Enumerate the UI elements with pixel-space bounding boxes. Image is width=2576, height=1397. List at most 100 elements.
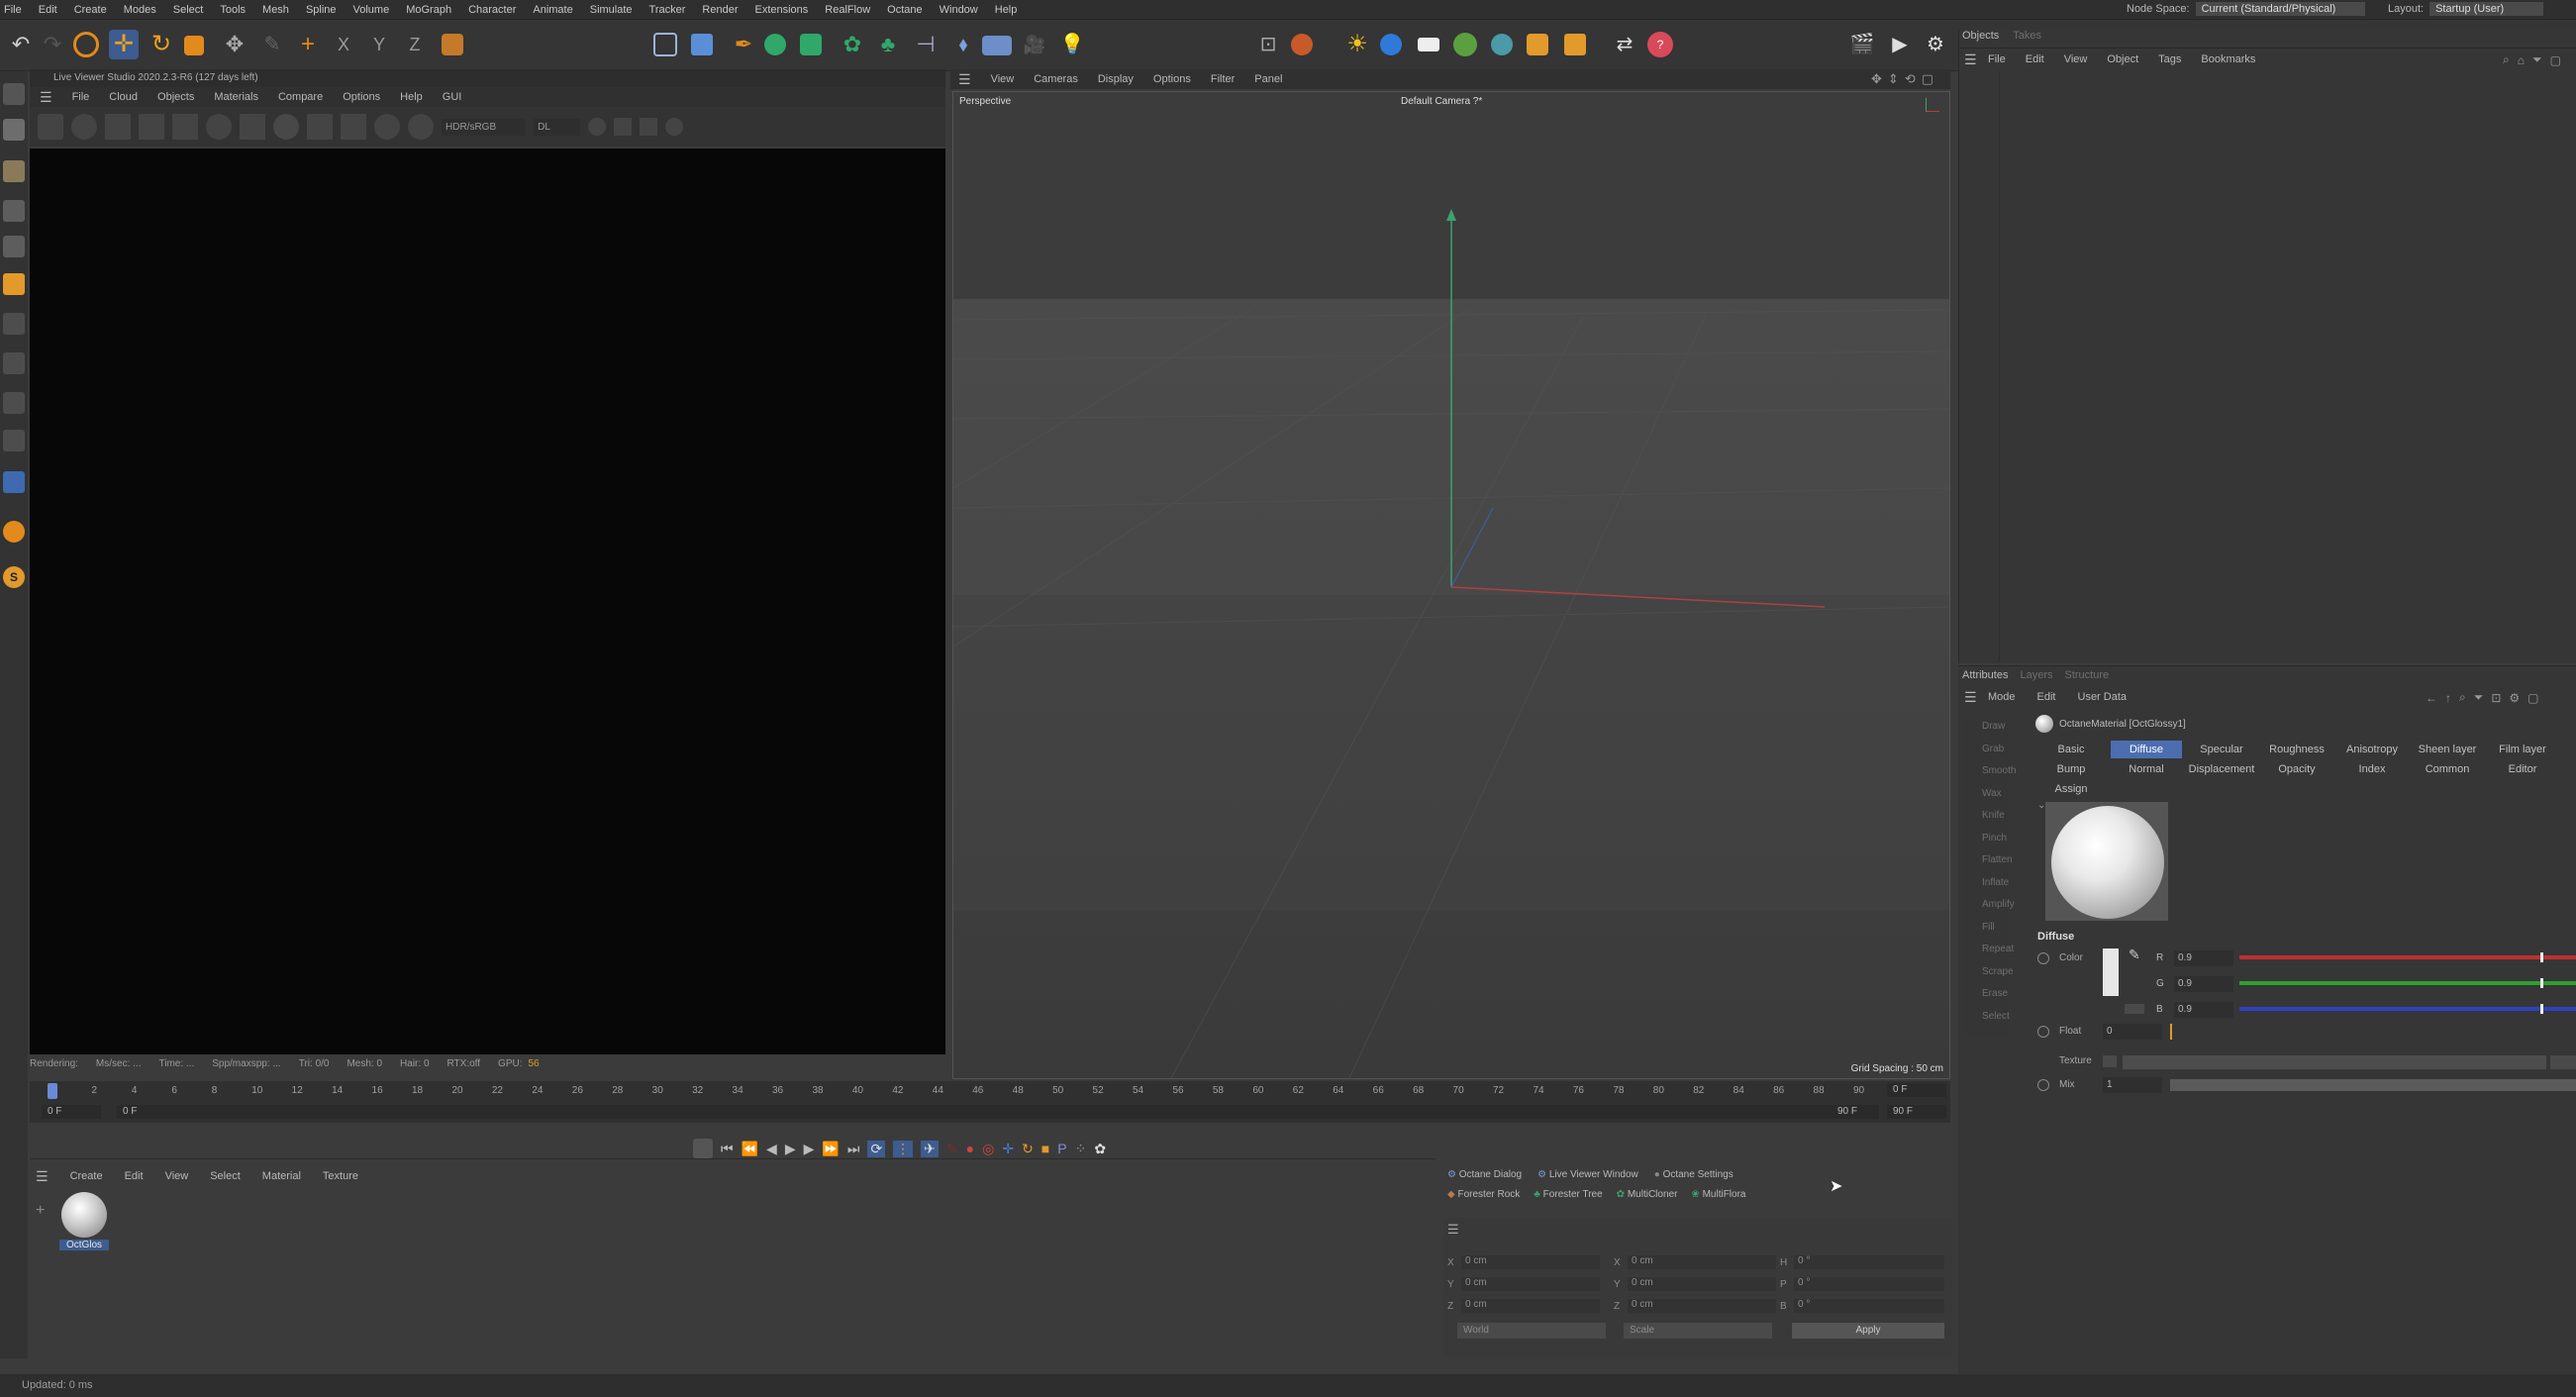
mat-tab-opacity[interactable]: Opacity: [2261, 760, 2332, 778]
color-picker-icon[interactable]: ✎: [2129, 947, 2140, 963]
redo-icon[interactable]: ↷: [38, 30, 67, 59]
edges-mode-icon[interactable]: [3, 236, 25, 257]
attr-up-icon[interactable]: ↑: [2445, 691, 2451, 705]
viewport-zoom-icon[interactable]: ⇕: [1888, 71, 1899, 87]
menu-octane[interactable]: Octane: [887, 4, 922, 16]
light-icon[interactable]: 💡: [1057, 30, 1087, 59]
cube-icon[interactable]: [691, 34, 713, 55]
attr-lock-icon[interactable]: ⊡: [2491, 691, 2501, 705]
tab-objects[interactable]: Objects: [1962, 30, 1999, 42]
mat-menu-create[interactable]: Create: [70, 1170, 103, 1182]
coordinates-hamburger-icon[interactable]: ☰: [1447, 1222, 1459, 1238]
snap-settings-icon[interactable]: S: [3, 566, 25, 588]
octane-vdb-icon[interactable]: [1527, 34, 1548, 55]
make-editable-icon[interactable]: [3, 83, 25, 105]
color-swatch[interactable]: [2103, 948, 2119, 996]
lv-menu-gui[interactable]: GUI: [443, 91, 462, 103]
axis-icon[interactable]: +: [293, 30, 323, 59]
float-field[interactable]: 0: [2103, 1024, 2162, 1040]
locked-workplane-icon[interactable]: [3, 471, 25, 493]
vp-menu-display[interactable]: Display: [1098, 73, 1134, 85]
render-settings-icon[interactable]: ⚙: [1921, 30, 1950, 59]
key-rotation-icon[interactable]: ↻: [1022, 1141, 1034, 1157]
sculpt-flatten[interactable]: Flatten: [1962, 854, 2013, 877]
tab-layers[interactable]: Layers: [2020, 669, 2052, 681]
live-selection-icon[interactable]: [73, 32, 99, 57]
mat-tab-diffuse[interactable]: Diffuse: [2111, 741, 2182, 758]
record-active-icon[interactable]: ●: [966, 1141, 974, 1156]
g-slider-handle[interactable]: [2540, 978, 2543, 988]
floor-icon[interactable]: [982, 36, 1012, 55]
pos-y-field[interactable]: 0 cm: [1461, 1277, 1600, 1291]
lv-menu-objects[interactable]: Objects: [157, 91, 194, 103]
mix-slider[interactable]: [2170, 1079, 2576, 1091]
3d-viewport[interactable]: Perspective Default Camera ?* Grid Spaci…: [952, 91, 1950, 1079]
sculpt-knife[interactable]: Knife: [1962, 810, 2008, 833]
color-enable-icon[interactable]: [2037, 952, 2049, 964]
lv-help-icon[interactable]: [408, 114, 434, 140]
attr-menu-mode[interactable]: Mode: [1988, 691, 2016, 703]
sculpt-pinch[interactable]: Pinch: [1962, 833, 2008, 855]
multiflora-button[interactable]: ❀ MultiFlora: [1691, 1189, 1745, 1200]
go-start-icon[interactable]: ⏮: [721, 1141, 734, 1157]
attributes-hamburger-icon[interactable]: ☰: [1964, 689, 1977, 706]
float-slider[interactable]: [2170, 1024, 2576, 1040]
coordinate-scale-select[interactable]: Scale: [1624, 1323, 1772, 1339]
pos-z-field[interactable]: 0 cm: [1461, 1299, 1600, 1313]
menu-help[interactable]: Help: [995, 4, 1018, 16]
coordinate-space-select[interactable]: World: [1457, 1323, 1606, 1339]
octane-scatter-icon[interactable]: [1453, 33, 1477, 56]
render-view-icon[interactable]: [653, 33, 677, 56]
rot-h-field[interactable]: 0 °: [1794, 1255, 1944, 1269]
vp-menu-filter[interactable]: Filter: [1211, 73, 1235, 85]
mat-tab-bump[interactable]: Bump: [2035, 760, 2107, 778]
menu-render[interactable]: Render: [702, 4, 738, 16]
loop-icon[interactable]: ⟳: [867, 1140, 886, 1157]
lv-lock-icon[interactable]: [240, 114, 265, 140]
mix-field[interactable]: 1: [2103, 1077, 2162, 1093]
workplane-icon[interactable]: [3, 352, 25, 374]
octane-render-icon[interactable]: ⊡: [1253, 30, 1283, 59]
lv-focus-icon[interactable]: [307, 114, 333, 140]
obj-new-window-icon[interactable]: ▢: [2550, 53, 2561, 67]
current-frame-field[interactable]: 0 F: [1887, 1083, 1946, 1097]
node-space-select[interactable]: Current (Standard/Physical): [2195, 2, 2366, 16]
menu-create[interactable]: Create: [74, 4, 107, 16]
model-mode-icon[interactable]: [3, 119, 25, 141]
viewport-camera-label[interactable]: Default Camera ?*: [1401, 96, 1482, 107]
lv-mode-select[interactable]: HDR/sRGB: [442, 118, 527, 136]
g-slider[interactable]: [2239, 981, 2576, 985]
live-viewer-window-button[interactable]: ⚙ Live Viewer Window: [1537, 1169, 1638, 1180]
recent-tools-icon[interactable]: ✎: [257, 30, 287, 59]
size-z-field[interactable]: 0 cm: [1628, 1299, 1776, 1313]
obj-menu-object[interactable]: Object: [2107, 53, 2138, 65]
start-frame-field[interactable]: 0 F: [42, 1105, 101, 1119]
next-key-icon[interactable]: ⏩: [822, 1141, 839, 1157]
sculpt-scrape[interactable]: Scrape: [1962, 966, 2014, 989]
shuffle-icon[interactable]: ⇄: [1610, 30, 1639, 59]
lv-send-scene-icon[interactable]: [38, 114, 63, 140]
octane-settings-button[interactable]: ● Octane Settings: [1654, 1169, 1734, 1180]
sculpt-erase[interactable]: Erase: [1962, 988, 2008, 1011]
mat-menu-select[interactable]: Select: [210, 1170, 241, 1182]
lv-settings-icon[interactable]: [206, 114, 232, 140]
material-add-icon[interactable]: +: [36, 1202, 45, 1220]
octane-proxy-icon[interactable]: [1564, 34, 1586, 55]
scale-icon[interactable]: [184, 36, 204, 55]
lv-clay-icon[interactable]: [374, 114, 400, 140]
r-slider-handle[interactable]: [2540, 952, 2543, 962]
size-y-field[interactable]: 0 cm: [1628, 1277, 1776, 1291]
mat-tab-basic[interactable]: Basic: [2035, 741, 2107, 758]
octane-arealight-icon[interactable]: [1418, 38, 1439, 51]
magnet-icon[interactable]: [3, 521, 25, 543]
subdivision-icon[interactable]: [764, 34, 786, 55]
mograph-icon[interactable]: ♣: [873, 30, 903, 59]
mat-menu-texture[interactable]: Texture: [323, 1170, 358, 1182]
material-hamburger-icon[interactable]: ☰: [36, 1168, 49, 1185]
mat-tab-assign[interactable]: Assign: [2035, 780, 2107, 798]
keyframe-mode-icon[interactable]: ⋮: [893, 1140, 914, 1157]
transform-icon[interactable]: ✥: [220, 30, 249, 59]
lv-globe-icon[interactable]: [664, 118, 683, 136]
attr-settings-icon[interactable]: ⚙: [2509, 691, 2520, 705]
forester-rock-button[interactable]: ◆ Forester Rock: [1447, 1189, 1520, 1200]
